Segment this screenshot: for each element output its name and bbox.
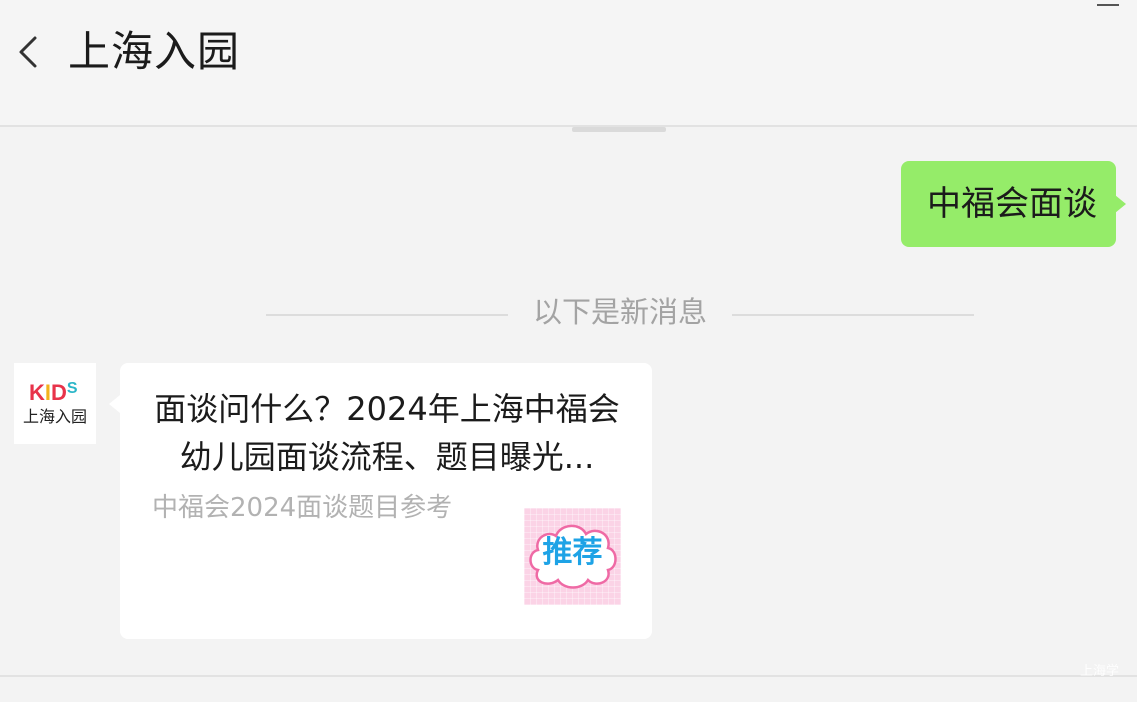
article-card-description: 中福会2024面谈题目参考 [152, 493, 453, 523]
avatar-brand-name: 上海入园 [22, 407, 87, 426]
chevron-left-icon[interactable] [14, 32, 44, 72]
chat-title: 上海入园 [68, 27, 241, 76]
divider-line-right [732, 314, 974, 316]
article-card[interactable]: 面谈问什么？2024年上海中福会幼儿园面谈流程、题目曝光... 中福会2024面… [109, 363, 652, 639]
sent-message-bubble[interactable]: 中福会面谈 [901, 161, 1126, 247]
article-thumbnail: 推荐 [524, 508, 621, 605]
input-area-border [0, 675, 1137, 677]
thumbnail-label: 推荐 [542, 535, 603, 570]
chat-window: 上海入园 中福会面谈 以下是新消息 KIDS 上海入园 面谈问什么？2024年上… [0, 0, 1137, 702]
chat-header: 上海入园 [0, 0, 1137, 127]
minimize-icon[interactable] [1097, 0, 1121, 10]
watermark: 上海学 [1079, 664, 1119, 679]
scroll-indicator [572, 127, 666, 132]
kids-logo: KIDS [29, 380, 78, 405]
new-messages-divider: 以下是新消息 [266, 292, 974, 332]
sent-message-text: 中福会面谈 [927, 184, 1097, 224]
sender-avatar[interactable]: KIDS 上海入园 [14, 363, 96, 444]
article-card-title: 面谈问什么？2024年上海中福会幼儿园面谈流程、题目曝光... [154, 390, 620, 476]
new-messages-label: 以下是新消息 [532, 295, 707, 329]
